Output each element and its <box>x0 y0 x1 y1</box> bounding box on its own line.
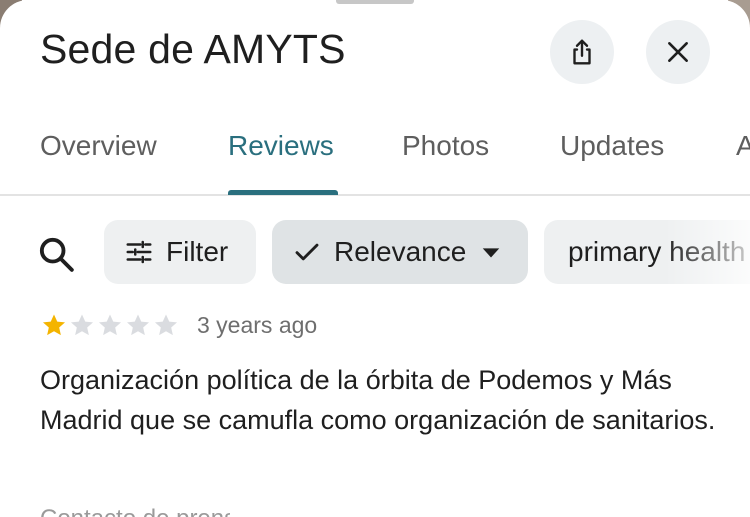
search-icon[interactable] <box>36 234 76 274</box>
caret-down-icon <box>483 248 500 258</box>
active-tab-indicator <box>228 190 338 195</box>
close-icon <box>668 42 688 62</box>
tab-overview[interactable]: Overview <box>40 130 157 162</box>
tab-bar: Overview Reviews Photos Updates A <box>0 110 750 196</box>
star-empty-icon <box>126 314 150 336</box>
topic-chip[interactable]: primary health <box>544 220 750 284</box>
rating-stars <box>40 312 180 339</box>
tab-reviews[interactable]: Reviews <box>228 130 334 162</box>
tab-updates[interactable]: Updates <box>560 130 664 162</box>
sliders-icon <box>126 240 152 264</box>
star-empty-icon <box>98 314 122 336</box>
next-item-partial: Contacto de prensa <box>40 506 230 517</box>
star-empty-icon <box>154 314 178 336</box>
filter-chip[interactable]: Filter <box>104 220 256 284</box>
star-filled-icon <box>42 314 66 336</box>
chip-fade-overlay <box>664 220 750 284</box>
place-title: Sede de AMYTS <box>40 26 346 72</box>
tab-photos[interactable]: Photos <box>402 130 489 162</box>
share-icon <box>573 39 591 65</box>
share-button[interactable] <box>550 20 614 84</box>
review-text: Organización política de la órbita de Po… <box>40 365 716 435</box>
sort-chip-label: Relevance <box>334 236 467 267</box>
check-icon <box>295 243 319 261</box>
place-sheet: Sede de AMYTS Overview Reviews Photos Up… <box>0 0 750 517</box>
filter-chip-label: Filter <box>166 236 229 267</box>
drag-handle[interactable] <box>336 0 414 4</box>
review-time: 3 years ago <box>197 312 318 338</box>
close-button[interactable] <box>646 20 710 84</box>
star-empty-icon <box>70 314 94 336</box>
tab-about-partial[interactable]: A <box>736 130 750 162</box>
sort-relevance-chip[interactable]: Relevance <box>272 220 528 284</box>
